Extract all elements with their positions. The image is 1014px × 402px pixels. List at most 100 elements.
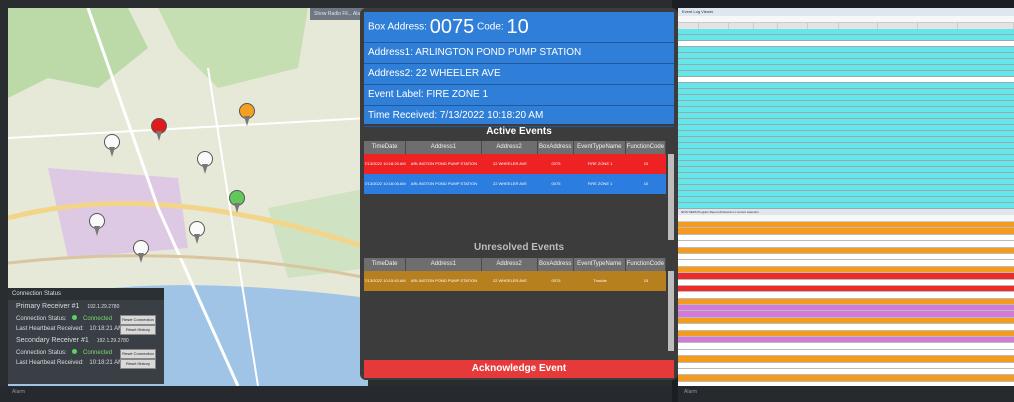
table-cell: 7/13/2022 10:15:40 AM (364, 278, 406, 283)
table-cell: 22 WHEELER AVE (493, 181, 527, 186)
status-value: Connected (83, 350, 113, 356)
column-header[interactable]: Address1 (406, 258, 482, 271)
report-list (678, 222, 1014, 386)
left-monitor: Show Radio Fil... Alarm Connection Statu… (0, 0, 678, 392)
connection-status-panel: Connection Status Primary Receiver #1 19… (8, 288, 164, 384)
connection-status-title: Connection Status (8, 288, 164, 300)
event-panel: Box Address: 0075 Code: 10 Address1: ARL… (360, 8, 678, 380)
heartbeat-label: Last Heartbeat Received: (16, 360, 84, 366)
column-header[interactable] (808, 23, 839, 29)
table-cell: 10 (643, 181, 649, 186)
column-header[interactable] (878, 23, 918, 29)
map-marker-green[interactable] (228, 190, 245, 214)
table-header: TimeDate Address1 Address2 BoxAddress Ev… (364, 258, 666, 271)
column-header[interactable]: FunctionCode (626, 258, 666, 271)
status-indicator-icon (72, 349, 78, 354)
event-log-toolbar[interactable] (678, 16, 1014, 23)
map-marker-white[interactable] (188, 221, 205, 245)
taskbar-app-label[interactable]: Alarm (12, 389, 25, 395)
column-header[interactable]: Address1 (406, 141, 482, 154)
column-header[interactable]: BoxAddress (538, 258, 574, 271)
column-header[interactable] (699, 23, 730, 29)
secondary-heartbeat-row: Last Heartbeat Received: 10:18:21 AM Res… (8, 358, 164, 369)
map-marker-white[interactable] (196, 151, 213, 175)
column-header[interactable]: EventTypeName (574, 258, 626, 271)
secondary-receiver-ip: 192.1.29.2780 (96, 338, 129, 344)
table-cell: 22 WHEELER AVE (493, 161, 527, 166)
table-cell: 22 WHEELER AVE (493, 278, 527, 283)
table-cell: ARLINGTON POND PUMP STATION (410, 278, 478, 283)
column-header[interactable] (678, 23, 699, 29)
column-header[interactable]: EventTypeName (574, 141, 626, 154)
unresolved-events-title: Unresolved Events (473, 242, 565, 253)
column-header[interactable]: TimeDate (364, 258, 407, 271)
column-header[interactable] (778, 23, 809, 29)
event-log-window-title: Event Log Viewer (678, 8, 1014, 16)
secondary-status-row: Connection Status: Connected Reset Conne… (8, 348, 164, 359)
active-events-title: Active Events (486, 126, 552, 137)
active-events-scrollbar[interactable] (668, 154, 674, 240)
code-label: Code: (476, 21, 504, 33)
table-cell: FIRE ZONE 1 (587, 181, 613, 186)
event-log-list (678, 29, 1014, 209)
report-toolbar[interactable] (678, 215, 1014, 222)
active-events-table: TimeDate Address1 Address2 BoxAddress Ev… (364, 141, 666, 194)
event-info-box: Box Address: 0075 Code: 10 Address1: ARL… (364, 12, 674, 127)
map-marker-white[interactable] (103, 134, 120, 158)
column-header[interactable] (729, 23, 754, 29)
status-indicator-icon (72, 315, 78, 320)
status-label: Connection Status: (16, 316, 67, 322)
column-header[interactable]: Address2 (482, 141, 538, 154)
primary-receiver-label: Primary Receiver #1 (16, 303, 80, 310)
table-cell: 15 (643, 278, 649, 283)
table-cell: 0075 (551, 161, 561, 166)
table-cell: ARLINGTON POND PUMP STATION (410, 181, 478, 186)
taskbar-app-label[interactable]: Alarm (684, 389, 697, 395)
column-header[interactable]: TimeDate (364, 141, 407, 154)
unresolved-events-scrollbar[interactable] (668, 271, 674, 351)
secondary-receiver-label: Secondary Receiver #1 (16, 337, 89, 344)
unresolved-events-table: TimeDate Address1 Address2 BoxAddress Ev… (364, 258, 666, 291)
table-row[interactable]: 7/13/2022 10:18:20 AM ARLINGTON POND PUM… (364, 154, 666, 174)
acknowledge-event-button[interactable]: Acknowledge Event (364, 360, 674, 378)
primary-status-row: Connection Status: Connected Reset Conne… (8, 314, 164, 325)
map-marker-red[interactable] (150, 118, 167, 142)
status-label: Connection Status: (16, 350, 67, 356)
time-received-line: Time Received: 7/13/2022 10:18:20 AM (364, 106, 674, 127)
address1-line: Address1: ARLINGTON POND PUMP STATION (364, 43, 674, 64)
column-header[interactable] (839, 23, 879, 29)
column-header[interactable]: FunctionCode (626, 141, 666, 154)
primary-heartbeat-row: Last Heartbeat Received: 10:18:21 AM Res… (8, 324, 164, 335)
right-monitor: Event Log Viewer NFIS NEPA Program Repor… (678, 8, 1014, 386)
table-cell: ARLINGTON POND PUMP STATION (410, 161, 478, 166)
address2-line: Address2: 22 WHEELER AVE (364, 64, 674, 85)
reset-history-button[interactable]: Reset History (120, 359, 156, 369)
table-cell: 0075 (551, 181, 561, 186)
column-header[interactable]: BoxAddress (538, 141, 574, 154)
table-cell: FIRE ZONE 1 (587, 161, 613, 166)
right-taskbar: Alarm (678, 386, 1014, 402)
table-cell: 0075 (551, 278, 561, 283)
table-row[interactable]: 7/13/2022 10:15:40 AM ARLINGTON POND PUM… (364, 271, 666, 291)
code-value: 10 (506, 16, 529, 38)
column-header[interactable] (754, 23, 779, 29)
column-header[interactable] (918, 23, 958, 29)
primary-receiver-row: Primary Receiver #1 192.1.29.2780 (8, 300, 164, 314)
status-value: Connected (83, 316, 113, 322)
table-cell: 10 (643, 161, 649, 166)
map-marker-white[interactable] (88, 213, 105, 237)
event-label-line: Event Label: FIRE ZONE 1 (364, 85, 674, 106)
map-marker-orange[interactable] (238, 103, 255, 127)
table-cell: 7/13/2022 10:16:05 AM (364, 181, 406, 186)
table-header: TimeDate Address1 Address2 BoxAddress Ev… (364, 141, 666, 154)
table-cell: 7/13/2022 10:18:20 AM (364, 161, 406, 166)
table-cell: Trouble (593, 278, 607, 283)
column-header[interactable]: Address2 (482, 258, 538, 271)
column-header[interactable] (958, 23, 1014, 29)
left-taskbar: Alarm (0, 386, 672, 402)
primary-receiver-ip: 192.1.29.2780 (87, 304, 120, 310)
box-address-label: Box Address: (368, 21, 427, 33)
map-marker-white[interactable] (132, 240, 149, 264)
table-row[interactable]: 7/13/2022 10:16:05 AM ARLINGTON POND PUM… (364, 174, 666, 194)
box-address-line: Box Address: 0075 Code: 10 (364, 12, 674, 43)
